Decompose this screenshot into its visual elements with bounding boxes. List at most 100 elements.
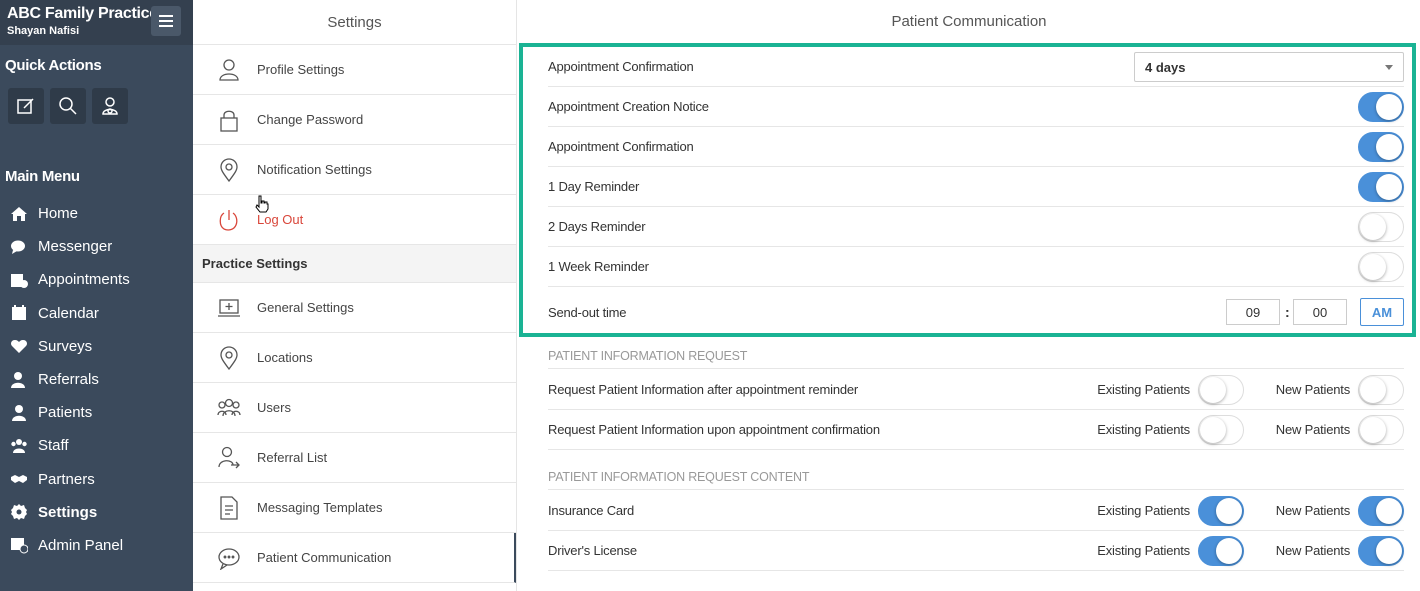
heart-icon — [11, 340, 27, 354]
user-outline-icon — [219, 58, 239, 81]
logout-button[interactable]: Log Out — [193, 195, 516, 245]
menu-item-label: Messenger — [38, 238, 113, 256]
settings-item-profile[interactable]: Profile Settings — [193, 45, 516, 95]
row-label: 1 Week Reminder — [548, 259, 649, 274]
hamburger-icon-bar — [159, 25, 173, 27]
new-patients-toggle[interactable] — [1358, 496, 1404, 526]
settings-item-notification[interactable]: Notification Settings — [193, 145, 516, 195]
new-patients-toggle[interactable] — [1358, 375, 1404, 405]
menu-item-patients[interactable]: Patients — [0, 396, 193, 429]
menu-item-partners[interactable]: Partners — [0, 463, 193, 496]
existing-patients-toggle[interactable] — [1198, 536, 1244, 566]
settings-item-locations[interactable]: Locations — [193, 333, 516, 383]
settings-item-messaging-templates[interactable]: Messaging Templates — [193, 483, 516, 533]
row-label: Appointment Confirmation — [548, 139, 694, 154]
creation-notice-toggle[interactable] — [1358, 92, 1404, 122]
confirmation-days-select[interactable]: 4 days — [1134, 52, 1404, 82]
hand-cursor-icon — [255, 195, 269, 213]
chat-icon — [11, 240, 25, 254]
toggle-knob — [1376, 134, 1402, 160]
settings-item-referral-list[interactable]: Referral List — [193, 433, 516, 483]
user-icon — [12, 404, 26, 421]
settings-item-change-password[interactable]: Change Password — [193, 95, 516, 145]
row-label: Appointment Creation Notice — [548, 99, 709, 114]
menu-item-label: Appointments — [38, 271, 130, 289]
patient-communication-panel: Patient Communication Appointment Confir… — [518, 0, 1420, 591]
row-label: 1 Day Reminder — [548, 179, 640, 194]
admin-icon — [11, 538, 28, 554]
toggle-knob — [1376, 94, 1402, 120]
settings-item-label: Messaging Templates — [257, 500, 383, 515]
confirmation-toggle[interactable] — [1358, 132, 1404, 162]
toggle-knob — [1376, 538, 1402, 564]
brand-header: ABC Family Practice Shayan Nafisi — [0, 0, 193, 45]
menu-item-settings[interactable]: Settings — [0, 496, 193, 529]
user-icon — [102, 97, 118, 115]
user-plus-icon — [11, 371, 25, 388]
monitor-plus-icon — [218, 298, 240, 317]
quick-actions — [8, 88, 128, 124]
two-days-reminder-toggle[interactable] — [1358, 212, 1404, 242]
edit-icon — [17, 98, 34, 114]
minute-input[interactable]: 00 — [1293, 299, 1347, 325]
ampm-toggle-button[interactable]: AM — [1360, 298, 1404, 326]
menu-item-label: Referrals — [38, 371, 99, 389]
settings-item-label: Notification Settings — [257, 162, 372, 177]
settings-item-label: Users — [257, 400, 291, 415]
toggle-knob — [1216, 498, 1242, 524]
settings-item-general[interactable]: General Settings — [193, 283, 516, 333]
row-label: Appointment Confirmation — [548, 59, 694, 74]
quick-edit-button[interactable] — [8, 88, 44, 124]
settings-panel: Settings Profile Settings Change Passwor… — [193, 0, 517, 591]
user-arrow-icon — [218, 446, 240, 468]
menu-item-appointments[interactable]: Appointments — [0, 263, 193, 296]
user-name: Shayan Nafisi — [7, 25, 80, 37]
menu-item-calendar[interactable]: Calendar — [0, 297, 193, 330]
map-pin-icon — [220, 345, 238, 370]
toggle-knob — [1200, 377, 1226, 403]
settings-item-users[interactable]: Users — [193, 383, 516, 433]
menu-item-surveys[interactable]: Surveys — [0, 330, 193, 363]
row-label: Request Patient Information after appoin… — [548, 382, 859, 397]
new-patients-toggle[interactable] — [1358, 536, 1404, 566]
row-label: Send-out time — [548, 304, 627, 320]
existing-patients-toggle[interactable] — [1198, 496, 1244, 526]
new-patients-label: New Patients — [1275, 382, 1350, 397]
main-menu-heading: Main Menu — [5, 168, 80, 185]
handshake-icon — [11, 475, 27, 484]
one-day-reminder-toggle[interactable] — [1358, 172, 1404, 202]
quick-user-button[interactable] — [92, 88, 128, 124]
one-week-reminder-toggle[interactable] — [1358, 252, 1404, 282]
menu-item-messenger[interactable]: Messenger — [0, 230, 193, 263]
quick-actions-heading: Quick Actions — [5, 57, 102, 74]
hour-input[interactable]: 09 — [1226, 299, 1280, 325]
quick-search-button[interactable] — [50, 88, 86, 124]
new-patients-toggle[interactable] — [1358, 415, 1404, 445]
menu-item-staff[interactable]: Staff — [0, 429, 193, 462]
practice-name: ABC Family Practice — [7, 5, 158, 22]
menu-item-referrals[interactable]: Referrals — [0, 363, 193, 396]
existing-patients-toggle[interactable] — [1198, 415, 1244, 445]
menu-item-home[interactable]: Home — [0, 197, 193, 230]
new-patients-label: New Patients — [1275, 422, 1350, 437]
menu-item-label: Settings — [38, 503, 98, 521]
practice-settings-heading: Practice Settings — [193, 245, 516, 283]
logout-label: Log Out — [257, 212, 304, 227]
lock-icon — [220, 110, 238, 132]
existing-patients-label: Existing Patients — [1097, 503, 1190, 518]
info-request-row: Request Patient Information upon appoint… — [548, 410, 1404, 450]
users-icon — [11, 438, 27, 453]
power-icon — [219, 209, 238, 231]
toggle-row: 2 Days Reminder — [548, 207, 1404, 247]
toggle-knob — [1360, 254, 1386, 280]
settings-item-label: Referral List — [257, 450, 328, 465]
menu-item-admin-panel[interactable]: Admin Panel — [0, 529, 193, 562]
toggle-knob — [1376, 498, 1402, 524]
calendar-check-icon — [11, 273, 28, 288]
existing-patients-label: Existing Patients — [1097, 543, 1190, 558]
settings-item-patient-communication[interactable]: Patient Communication — [193, 533, 516, 583]
map-pin-icon — [220, 157, 238, 182]
existing-patients-toggle[interactable] — [1198, 375, 1244, 405]
hamburger-menu-button[interactable] — [151, 6, 181, 36]
sendout-time-row: Send-out time 09 : 00 AM — [548, 292, 1404, 332]
